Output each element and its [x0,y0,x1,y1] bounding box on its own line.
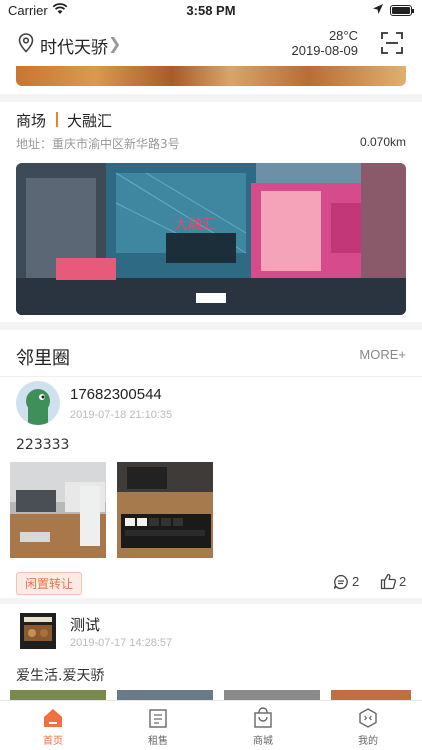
home-icon [44,709,62,727]
shopping-bag-icon [254,707,272,728]
post-image[interactable] [224,690,320,700]
post-image[interactable] [117,690,213,700]
profile-icon [359,708,377,728]
post-image[interactable] [10,690,106,700]
tab-bar: 首页 租售 商城 我的 [0,700,422,750]
weather-info: 28°C 2019-08-09 [292,28,359,58]
clock: 3:58 PM [186,3,236,18]
scan-icon[interactable] [380,31,404,55]
banner-image[interactable] [16,66,406,86]
thumbs-up-icon[interactable] [380,573,397,590]
date: 2019-08-09 [291,43,359,58]
mall-name[interactable]: 大融汇 [67,110,112,131]
tab-home[interactable]: 首页 [23,707,83,747]
tab-label: 租售 [148,736,168,747]
temperature: 28°C [328,28,358,43]
keyboard-image [117,462,213,558]
location-selector[interactable]: 时代天骄 [40,33,108,58]
header: 时代天骄 ❯ 28°C 2019-08-09 [0,22,422,66]
building-icon [149,709,167,728]
post-username: 17682300544 [70,386,162,403]
mall-divider-bar [56,112,58,127]
post-text: 爱生活.爱天骄 [16,668,105,684]
like-count: 2 [399,574,407,589]
comment-icon[interactable] [333,574,349,590]
tab-label: 首页 [43,736,63,747]
post-image[interactable] [117,462,213,558]
avatar[interactable] [16,609,60,653]
location-pin-icon [18,33,34,53]
mall-type-label: 商场 [16,112,47,130]
more-link[interactable]: MORE+ [359,347,406,362]
location-arrow-icon [373,4,383,14]
dinosaur-avatar-icon [16,381,60,425]
mall-building-image: 大融汇 [16,163,406,315]
section-title: 邻里圈 [16,348,70,369]
divider [0,94,422,102]
food-avatar-icon [16,609,60,653]
tab-mine[interactable]: 我的 [338,707,398,747]
post-time: 2019-07-18 21:10:35 [70,409,173,421]
status-bar: Carrier 3:58 PM [0,0,422,22]
svg-text:大融汇: 大融汇 [174,216,216,232]
post-username: 测试 [70,617,101,634]
post-text: 223333 [16,437,70,453]
mall-distance: 0.070km [359,135,406,149]
tab-shop[interactable]: 商城 [233,707,293,747]
comment-count: 2 [352,574,360,589]
post-time: 2019-07-17 14:28:57 [70,637,173,649]
post-image[interactable] [331,690,422,700]
mall-photo[interactable]: 大融汇 [16,163,406,315]
office-desk-image [10,462,106,558]
post-category-tag[interactable]: 闲置转让 [16,572,83,595]
chevron-right-icon[interactable]: ❯ [108,34,121,53]
post-image[interactable] [10,462,106,558]
divider [0,322,422,330]
mall-address: 地址：重庆市渝中区新华路3号 [16,137,180,151]
avatar[interactable] [16,381,60,425]
screen: Carrier 3:58 PM 时代天骄 ❯ 28°C 2019-08-09 商… [0,0,422,750]
tab-label: 我的 [358,736,378,747]
tab-rent-sale[interactable]: 租售 [128,707,188,747]
battery-icon [390,5,414,16]
divider [0,376,422,377]
divider [0,598,422,604]
tab-label: 商城 [253,736,273,747]
